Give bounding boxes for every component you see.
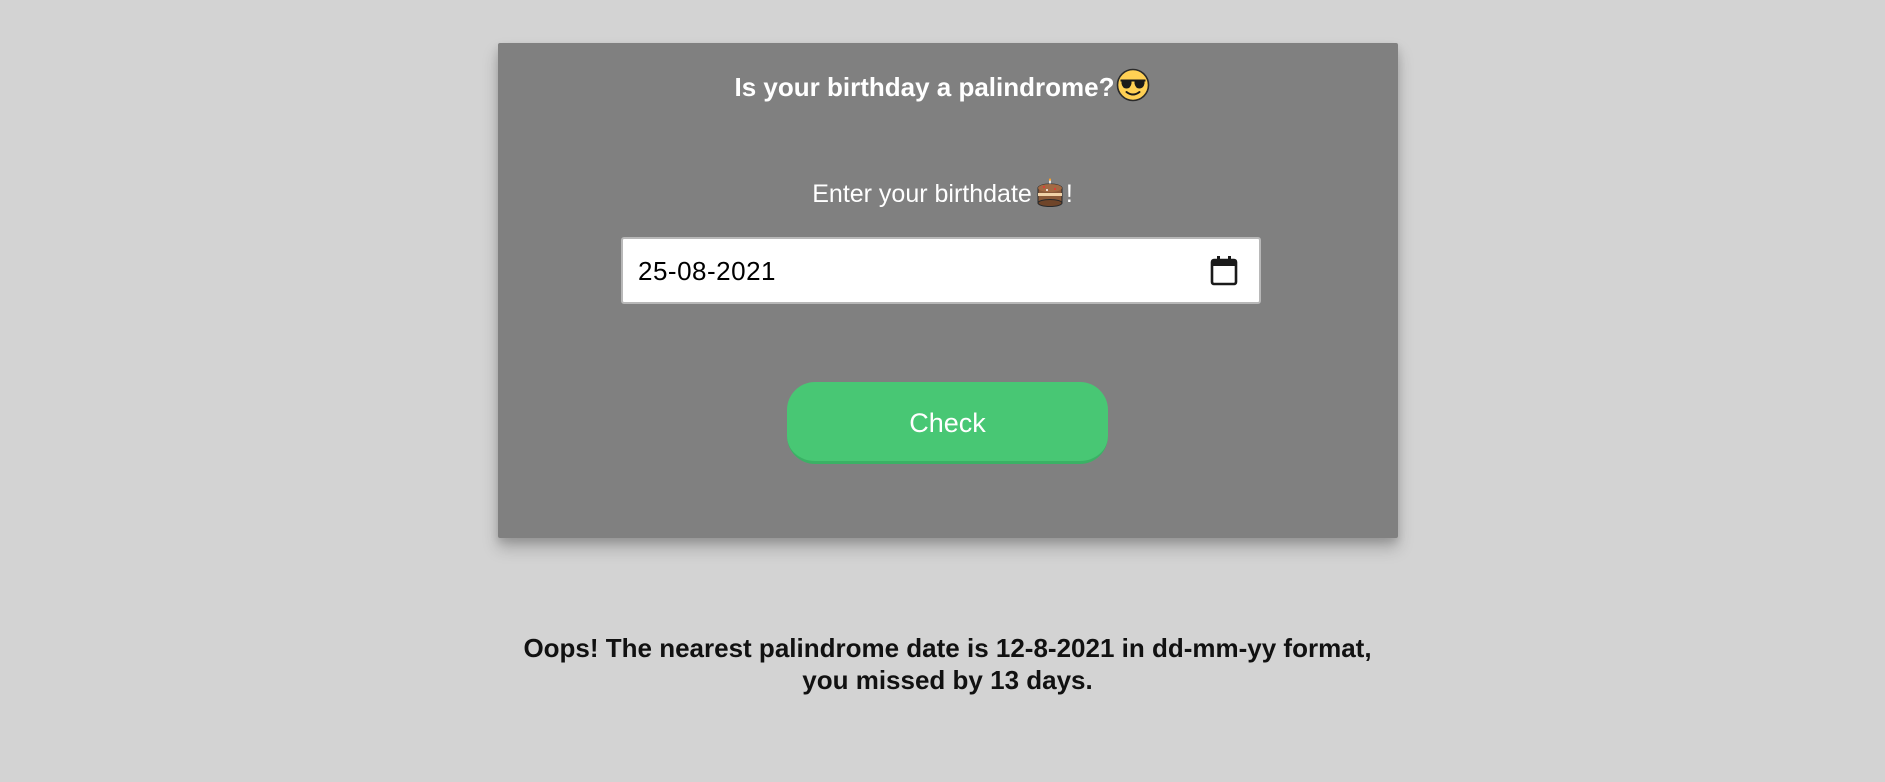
check-button[interactable]: Check <box>787 382 1108 464</box>
title-text: Is your birthday a palindrome? <box>734 72 1115 102</box>
calendar-icon[interactable] <box>1209 255 1239 287</box>
birthdate-prompt-label: Enter your birthdate <box>812 180 1032 208</box>
birthdate-prompt-suffix: ! <box>1065 180 1073 208</box>
page-title: Is your birthday a palindrome? <box>0 68 1885 109</box>
birthdate-value[interactable]: 25-08-2021 <box>638 256 776 286</box>
sunglasses-face-icon <box>1116 68 1150 109</box>
birthdate-input[interactable]: 25-08-2021 <box>621 237 1261 304</box>
result-message: Oops! The nearest palindrome date is 12-… <box>523 633 1372 695</box>
birthdate-prompt: Enter your birthdate ! <box>0 178 1885 216</box>
birthday-cake-icon <box>1034 178 1066 216</box>
